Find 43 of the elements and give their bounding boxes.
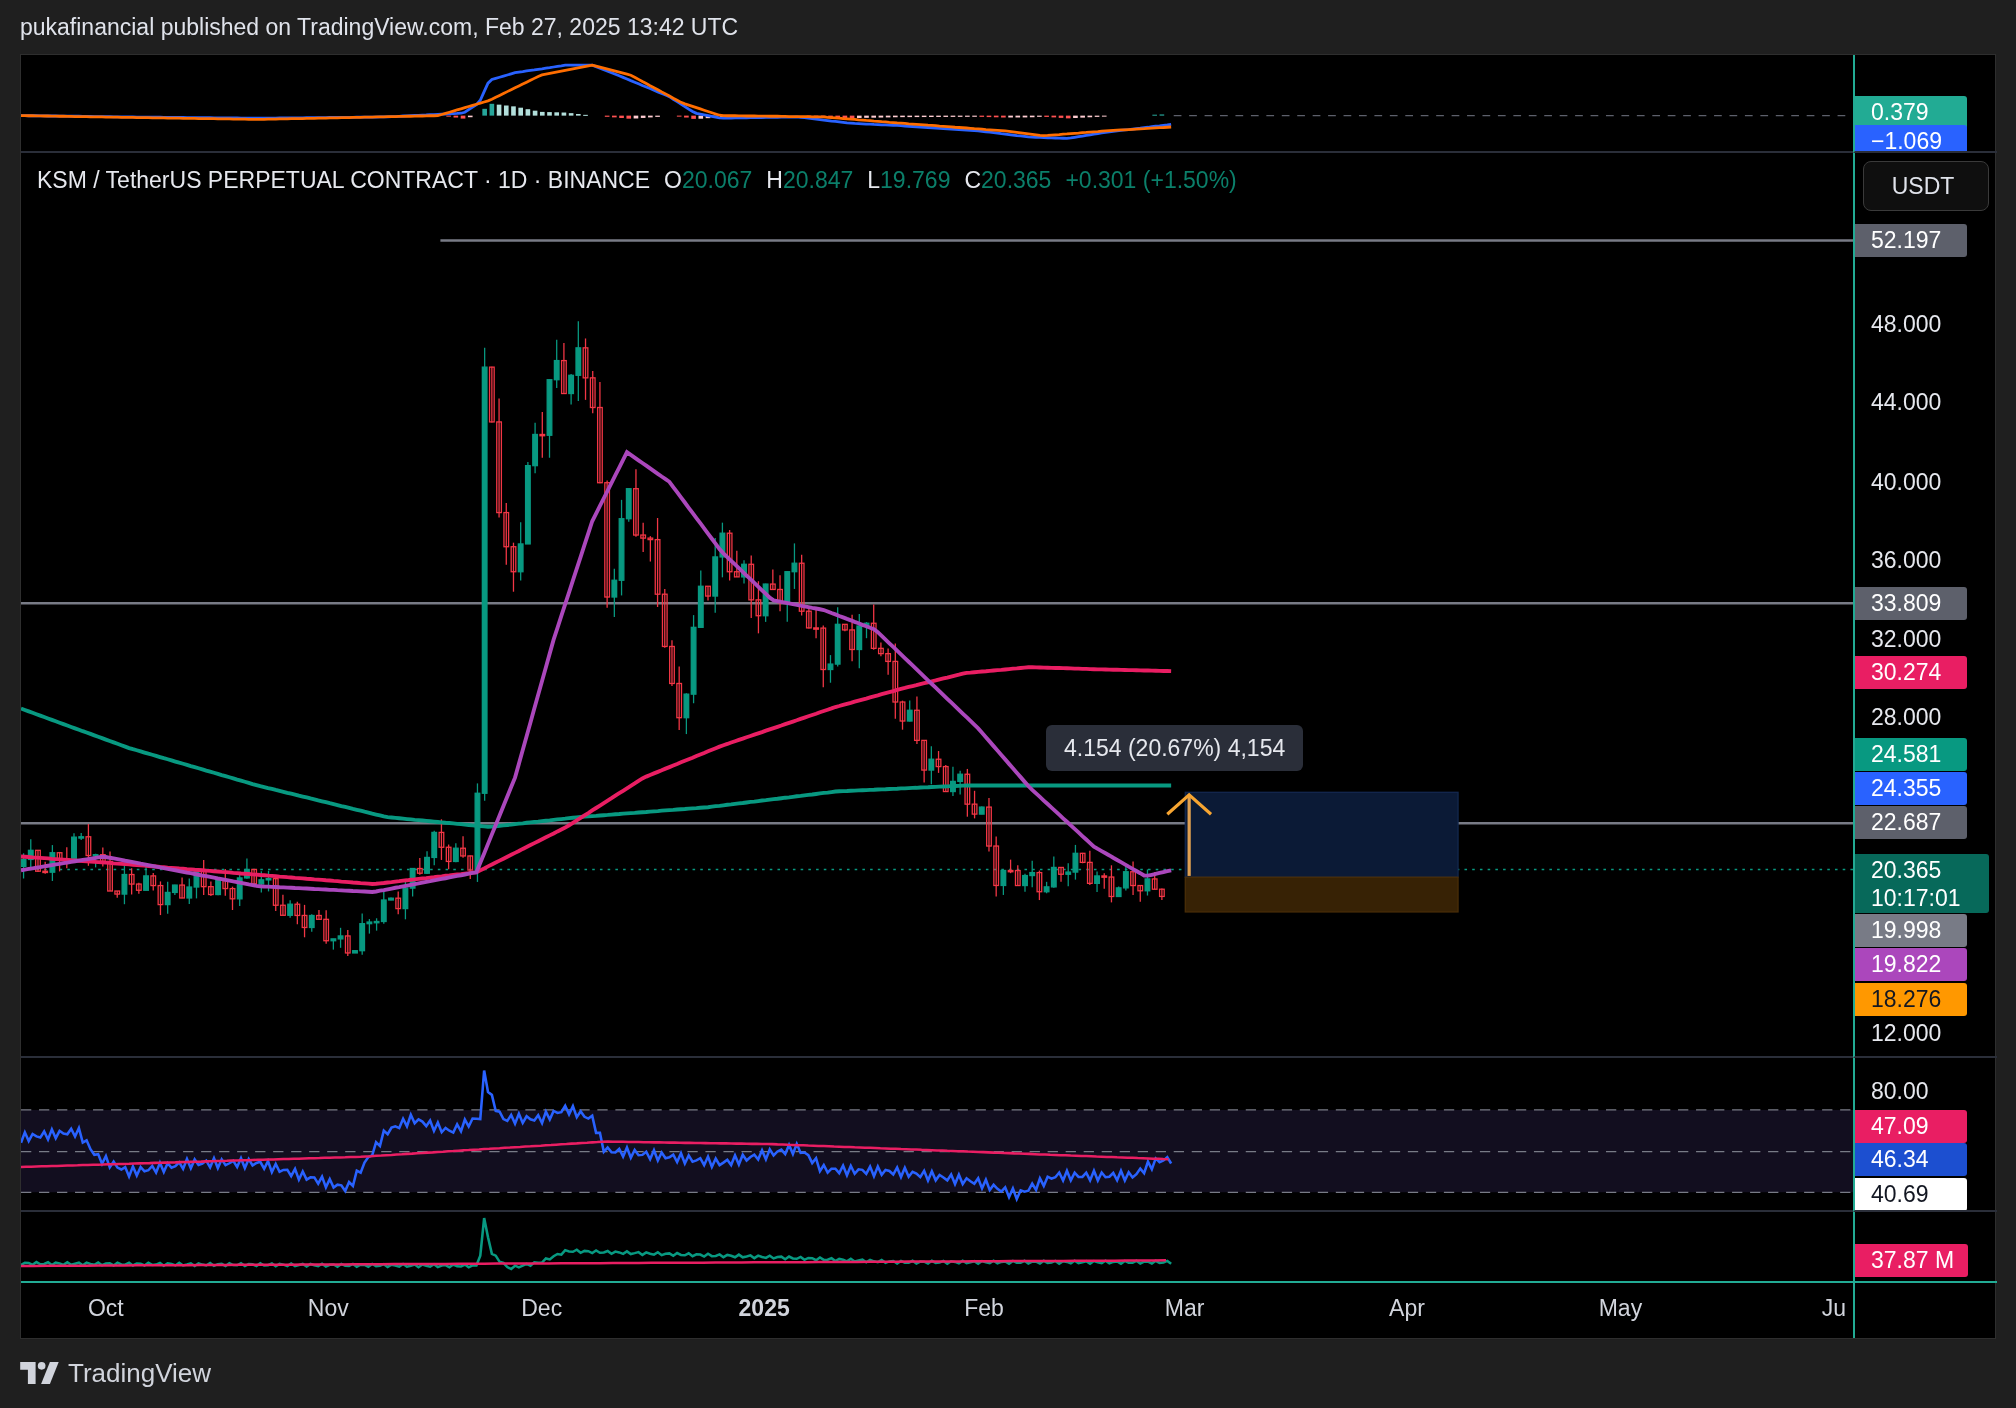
price-change: +0.301 (+1.50%) [1065,167,1237,194]
axis-tick-label: 44.000 [1870,387,1943,417]
price-scale-badge: 46.34 [1855,1143,1967,1177]
axis-tick-label: 80.00 [1870,1076,1930,1106]
price-scale-badge: 24.355 [1855,771,1967,805]
price-scale-badge: 47.09 [1855,1109,1967,1143]
time-axis-label: Mar [1164,1295,1205,1322]
logo-icon [20,1362,60,1384]
axis-tick-label: 36.000 [1870,546,1943,576]
axis-tick-label: 28.000 [1870,702,1943,732]
price-scale-badge: 52.197 [1855,223,1967,257]
time-axis-label: Ju [1821,1295,1846,1322]
time-axis-label: Apr [1389,1295,1425,1322]
time-axis-label: 2025 [738,1295,790,1322]
measure-tooltip: 4.154 (20.67%) 4,154 [1046,725,1304,771]
time-axis-label: May [1598,1295,1643,1322]
time-axis-label: Feb [964,1295,1004,1322]
ohlc-reading: O20.067 [664,167,753,194]
price-scale-badge: 19.822 [1855,947,1967,981]
axis-tick-label: 48.000 [1870,309,1943,339]
price-scale-badge: 18.276 [1855,982,1967,1016]
ohlc-reading: H20.847 [766,167,854,194]
currency-button[interactable]: USDT [1863,161,1989,211]
ohlc-reading: C20.365 [964,167,1052,194]
time-axis-label: Oct [87,1295,124,1322]
price-scale-badge: 20.365 10:17:01 [1855,853,1989,913]
price-scale-badge: 37.87 M [1855,1244,1969,1278]
axis-tick-label: 40.000 [1870,467,1943,497]
time-axis-label: Nov [307,1295,349,1322]
symbol-title: KSM / TetherUS PERPETUAL CONTRACT · 1D · BINANCE [37,167,651,194]
price-scale-badge: 30.274 [1855,655,1967,689]
price-scale-badge: −1.069 [1855,124,1967,151]
price-scale-badge: 22.687 [1855,806,1967,840]
publisher-line: pukafinancial published on TradingView.com, Feb 27, 2025 13:42 UTC [20,13,739,41]
axis-tick-label: 32.000 [1870,624,1943,654]
price-scale-badge: 24.581 [1855,738,1967,772]
price-scale-badge: 19.998 [1855,914,1967,948]
logo-text: TradingView [68,1357,212,1389]
axis-tick-label: 12.000 [1870,1019,1943,1049]
time-axis-label: Dec [521,1295,563,1322]
price-scale-badge: 33.809 [1855,586,1967,620]
price-scale-badge: 40.69 [1855,1177,1967,1210]
ohlc-reading: L19.769 [867,167,951,194]
